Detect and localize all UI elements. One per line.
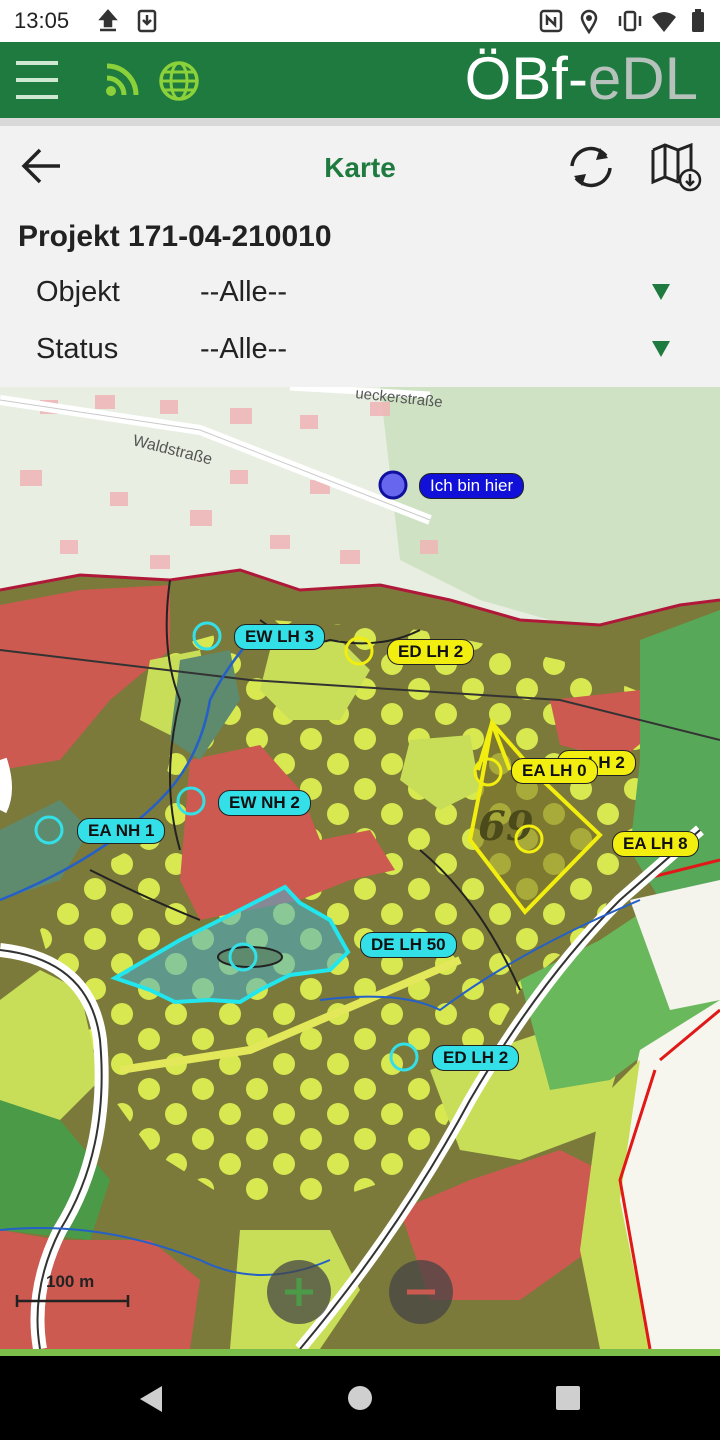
nav-recents-icon[interactable] bbox=[554, 1384, 582, 1412]
wifi-icon bbox=[652, 12, 676, 32]
status-time: 13:05 bbox=[14, 8, 70, 33]
menu-icon[interactable] bbox=[14, 58, 60, 102]
marker-label-ed-lh-2-top[interactable]: ED LH 2 bbox=[387, 639, 475, 665]
status-label: Status bbox=[36, 333, 119, 365]
download-file-icon bbox=[137, 9, 157, 33]
battery-icon bbox=[692, 9, 704, 32]
status-bar: 13:05 bbox=[0, 0, 720, 42]
status-select[interactable]: --Alle-- bbox=[200, 333, 680, 369]
objekt-dropdown-icon[interactable] bbox=[652, 284, 670, 300]
brand-main: ÖBf- bbox=[464, 45, 588, 112]
zoom-out-button[interactable] bbox=[389, 1260, 453, 1324]
nav-back-icon[interactable] bbox=[136, 1384, 166, 1414]
zoom-in-button[interactable] bbox=[267, 1260, 331, 1324]
bottom-accent-line bbox=[0, 1349, 720, 1356]
objekt-label: Objekt bbox=[36, 276, 120, 308]
you-are-here-label[interactable]: Ich bin hier bbox=[419, 473, 525, 499]
marker-label-ew-lh-3[interactable]: EW LH 3 bbox=[234, 624, 325, 650]
marker-label-ea-nh-1[interactable]: EA NH 1 bbox=[77, 818, 166, 844]
nfc-icon bbox=[539, 9, 563, 33]
marker-label-ea-lh-8[interactable]: EA LH 8 bbox=[612, 831, 699, 857]
zoom-out-icon bbox=[407, 1289, 435, 1295]
appbar-divider bbox=[0, 118, 720, 126]
app-brand: ÖBf-eDL bbox=[465, 49, 698, 109]
location-icon bbox=[580, 9, 598, 34]
status-dropdown-icon[interactable] bbox=[652, 341, 670, 357]
brand-sub: eDL bbox=[587, 45, 698, 112]
map-canvas[interactable]: Waldstraße ueckerstraße 69 bbox=[0, 387, 720, 1349]
navigation-bar bbox=[0, 1356, 720, 1440]
zoom-in-icon bbox=[285, 1278, 313, 1306]
nav-home-icon[interactable] bbox=[346, 1384, 374, 1412]
objekt-select[interactable]: --Alle-- bbox=[200, 276, 680, 312]
scale-label: 100 m bbox=[46, 1272, 95, 1291]
upload-icon bbox=[98, 9, 118, 32]
map-view[interactable]: Waldstraße ueckerstraße 69 Ich bin hier … bbox=[0, 387, 720, 1349]
sync-icon[interactable] bbox=[564, 142, 618, 192]
marker-label-de-lh-50[interactable]: DE LH 50 bbox=[360, 932, 457, 958]
you-are-here-dot[interactable] bbox=[378, 470, 408, 500]
rss-feed-icon[interactable] bbox=[104, 60, 142, 98]
marker-label-ew-nh-2[interactable]: EW NH 2 bbox=[218, 790, 311, 816]
project-heading: Projekt 171-04-210010 bbox=[18, 220, 332, 253]
marker-label-ea-lh-0[interactable]: EA LH 0 bbox=[511, 758, 598, 784]
globe-icon[interactable] bbox=[158, 60, 200, 102]
vibrate-icon bbox=[618, 10, 642, 32]
map-download-icon[interactable] bbox=[650, 142, 706, 192]
marker-label-ed-lh-2-bottom[interactable]: ED LH 2 bbox=[432, 1045, 520, 1071]
